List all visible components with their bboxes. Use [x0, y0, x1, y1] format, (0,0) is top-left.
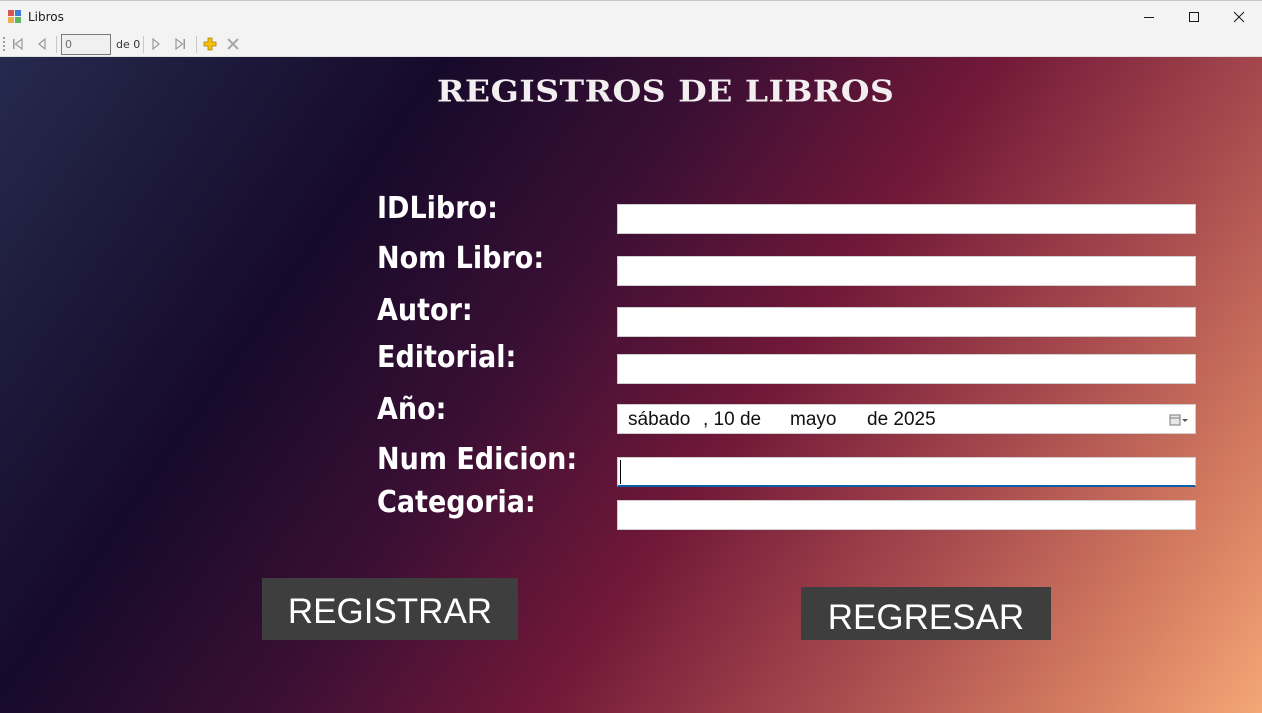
toolbar-grip[interactable]	[3, 37, 5, 53]
categoria-input[interactable]	[617, 500, 1196, 530]
toolbar-separator	[56, 36, 57, 53]
label-anio: Año:	[377, 392, 447, 427]
close-icon	[1233, 11, 1245, 23]
move-last-button[interactable]	[171, 35, 189, 53]
date-year[interactable]: de 2025	[867, 409, 936, 431]
add-new-button[interactable]	[201, 35, 219, 53]
minimize-icon	[1144, 17, 1154, 18]
toolbar-separator	[196, 36, 197, 53]
label-num-edicion: Num Edicion:	[377, 442, 578, 477]
window-title-bar[interactable]: Libros	[0, 0, 1262, 32]
toolbar-separator	[143, 36, 144, 53]
minimize-button[interactable]	[1126, 1, 1172, 33]
date-month[interactable]: mayo	[790, 409, 836, 431]
record-count-label: de 0	[116, 38, 141, 51]
label-idlibro: IDLibro:	[377, 191, 498, 226]
move-first-button[interactable]	[9, 35, 27, 53]
label-autor: Autor:	[377, 293, 473, 328]
editorial-input[interactable]	[617, 354, 1196, 384]
position-input[interactable]	[61, 34, 111, 55]
window-title: Libros	[28, 10, 64, 24]
registrar-button[interactable]: REGISTRAR	[262, 578, 518, 640]
move-first-icon	[13, 37, 23, 51]
label-editorial: Editorial:	[377, 340, 517, 375]
page-title: REGISTROS DE LIBROS	[437, 73, 895, 109]
move-previous-button[interactable]	[33, 35, 51, 53]
form-background	[0, 57, 1262, 713]
date-weekday[interactable]: sábado	[628, 409, 690, 431]
autor-input[interactable]	[617, 307, 1196, 337]
move-previous-icon	[38, 37, 46, 51]
maximize-icon	[1189, 12, 1199, 22]
move-last-icon	[175, 37, 185, 51]
delete-icon	[227, 38, 239, 50]
maximize-button[interactable]	[1171, 1, 1217, 33]
calendar-dropdown-icon	[1169, 414, 1188, 426]
anio-date-picker[interactable]: sábado , 10 de mayo de 2025	[617, 404, 1196, 434]
num-edicion-input[interactable]	[617, 457, 1196, 487]
binding-navigator-toolbar: de 0	[0, 32, 1262, 57]
window-forms-app-icon	[8, 10, 22, 23]
delete-button[interactable]	[224, 35, 242, 53]
regresar-button[interactable]: REGRESAR	[801, 587, 1051, 640]
close-button[interactable]	[1216, 1, 1262, 33]
move-next-button[interactable]	[147, 35, 165, 53]
text-caret	[620, 460, 621, 484]
move-next-icon	[152, 37, 160, 51]
add-new-icon	[203, 37, 217, 51]
date-day[interactable]: , 10 de	[703, 409, 761, 431]
calendar-dropdown-button[interactable]	[1169, 412, 1189, 428]
idlibro-input[interactable]	[617, 204, 1196, 234]
nom-libro-input[interactable]	[617, 256, 1196, 286]
label-nom-libro: Nom Libro:	[377, 241, 545, 276]
label-categoria: Categoria:	[377, 485, 536, 520]
